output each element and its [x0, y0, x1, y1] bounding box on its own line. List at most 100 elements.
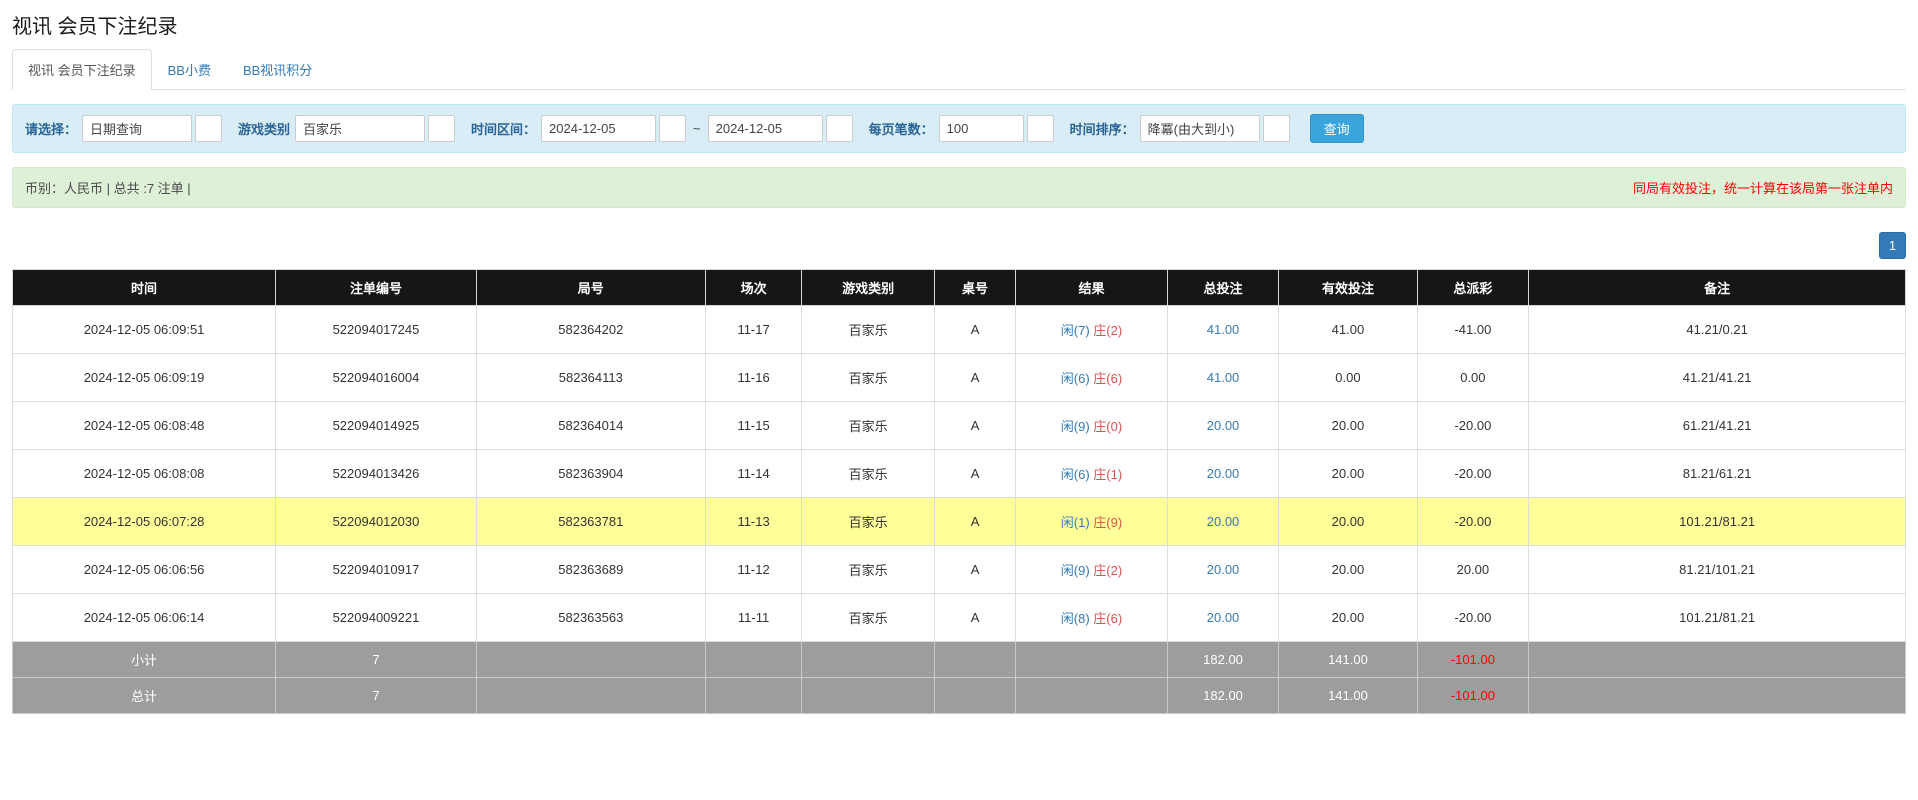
- result-banker: 庄(6): [1093, 371, 1122, 386]
- date-from-picker-box[interactable]: [659, 115, 686, 142]
- cell-valid-bet: 41.00: [1279, 306, 1417, 354]
- date-from-input[interactable]: [541, 115, 656, 142]
- game-type-label: 游戏类别: [238, 119, 290, 138]
- table-row: 2024-12-05 06:09:51 522094017245 5823642…: [13, 306, 1906, 354]
- header-time: 时间: [13, 270, 276, 306]
- subtotal-label: 小计: [13, 642, 276, 678]
- tab-bb-video-points[interactable]: BB视讯积分: [227, 49, 328, 90]
- result-player: 闲(6): [1061, 467, 1090, 482]
- grand-total-empty: [934, 678, 1015, 714]
- grand-total-total-bet: 182.00: [1167, 678, 1279, 714]
- tab-betting-records[interactable]: 视讯 会员下注纪录: [12, 49, 152, 90]
- cell-bet-no: 522094013426: [276, 450, 477, 498]
- cell-round-no: 582363781: [476, 498, 705, 546]
- cell-payout: -20.00: [1417, 594, 1529, 642]
- cell-total-bet: 20.00: [1167, 594, 1279, 642]
- page-button-1-top[interactable]: 1: [1879, 232, 1906, 259]
- total-bet-link[interactable]: 41.00: [1207, 322, 1240, 337]
- tab-bb-tip[interactable]: BB小费: [152, 49, 227, 90]
- result-player: 闲(6): [1061, 371, 1090, 386]
- cell-total-bet: 20.00: [1167, 402, 1279, 450]
- total-bet-link[interactable]: 20.00: [1207, 466, 1240, 481]
- grand-total-valid-bet: 141.00: [1279, 678, 1417, 714]
- currency-total-info: 币别：人民币 | 总共 :7 注单 |: [25, 178, 191, 197]
- subtotal-empty: [934, 642, 1015, 678]
- cell-session: 11-11: [705, 594, 802, 642]
- cell-valid-bet: 20.00: [1279, 498, 1417, 546]
- result-player: 闲(1): [1061, 515, 1090, 530]
- table-row: 2024-12-05 06:07:28 522094012030 5823637…: [13, 498, 1906, 546]
- per-page-input[interactable]: [939, 115, 1024, 142]
- cell-payout: 0.00: [1417, 354, 1529, 402]
- search-button[interactable]: 查询: [1310, 114, 1364, 143]
- total-bet-link[interactable]: 20.00: [1207, 610, 1240, 625]
- cell-bet-no: 522094012030: [276, 498, 477, 546]
- cell-session: 11-13: [705, 498, 802, 546]
- result-banker: 庄(6): [1093, 611, 1122, 626]
- cell-session: 11-16: [705, 354, 802, 402]
- subtotal-empty: [1016, 642, 1167, 678]
- header-round-no: 局号: [476, 270, 705, 306]
- game-type-dropdown-box[interactable]: [428, 115, 455, 142]
- header-game-type: 游戏类别: [802, 270, 935, 306]
- valid-bet-notice: 同局有效投注，统一计算在该局第一张注单内: [1633, 178, 1893, 197]
- result-banker: 庄(9): [1093, 515, 1122, 530]
- cell-session: 11-14: [705, 450, 802, 498]
- cell-result: 闲(1) 庄(9): [1016, 498, 1167, 546]
- cell-valid-bet: 20.00: [1279, 450, 1417, 498]
- sort-group: 时间排序：: [1070, 115, 1290, 142]
- cell-round-no: 582363689: [476, 546, 705, 594]
- query-type-label: 请选择：: [25, 119, 77, 138]
- result-player: 闲(9): [1061, 563, 1090, 578]
- cell-game-type: 百家乐: [802, 594, 935, 642]
- total-bet-link[interactable]: 20.00: [1207, 562, 1240, 577]
- sort-input[interactable]: [1140, 115, 1260, 142]
- cell-payout: -20.00: [1417, 498, 1529, 546]
- grand-total-count: 7: [276, 678, 477, 714]
- tab-bar: 视讯 会员下注纪录 BB小费 BB视讯积分: [12, 49, 1906, 90]
- cell-time: 2024-12-05 06:09:19: [13, 354, 276, 402]
- per-page-dropdown-box[interactable]: [1027, 115, 1054, 142]
- subtotal-empty: [802, 642, 935, 678]
- cell-table-no: A: [934, 450, 1015, 498]
- cell-valid-bet: 20.00: [1279, 594, 1417, 642]
- cell-note: 81.21/101.21: [1529, 546, 1906, 594]
- cell-note: 101.21/81.21: [1529, 498, 1906, 546]
- page-container: 视讯 会员下注纪录 视讯 会员下注纪录 BB小费 BB视讯积分 请选择： 游戏类…: [0, 10, 1918, 800]
- cell-result: 闲(9) 庄(2): [1016, 546, 1167, 594]
- cell-game-type: 百家乐: [802, 306, 935, 354]
- grand-total-empty: [1529, 678, 1906, 714]
- date-to-input[interactable]: [708, 115, 823, 142]
- cell-table-no: A: [934, 354, 1015, 402]
- cell-time: 2024-12-05 06:06:14: [13, 594, 276, 642]
- cell-total-bet: 20.00: [1167, 546, 1279, 594]
- cell-total-bet: 41.00: [1167, 306, 1279, 354]
- query-type-input[interactable]: [82, 115, 192, 142]
- subtotal-row: 小计 7 182.00 141.00 -101.00: [13, 642, 1906, 678]
- sort-label: 时间排序：: [1070, 119, 1135, 138]
- date-to-picker-box[interactable]: [826, 115, 853, 142]
- cell-result: 闲(8) 庄(6): [1016, 594, 1167, 642]
- cell-table-no: A: [934, 594, 1015, 642]
- cell-game-type: 百家乐: [802, 546, 935, 594]
- total-bet-link[interactable]: 20.00: [1207, 418, 1240, 433]
- grand-total-payout: -101.00: [1417, 678, 1529, 714]
- sort-dropdown-box[interactable]: [1263, 115, 1290, 142]
- pagination-top: 1: [12, 232, 1906, 259]
- cell-game-type: 百家乐: [802, 450, 935, 498]
- subtotal-empty: [1529, 642, 1906, 678]
- cell-result: 闲(7) 庄(2): [1016, 306, 1167, 354]
- game-type-input[interactable]: [295, 115, 425, 142]
- query-type-dropdown-box[interactable]: [195, 115, 222, 142]
- table-body: 2024-12-05 06:09:51 522094017245 5823642…: [13, 306, 1906, 642]
- total-bet-link[interactable]: 41.00: [1207, 370, 1240, 385]
- total-bet-link[interactable]: 20.00: [1207, 514, 1240, 529]
- grand-total-row: 总计 7 182.00 141.00 -101.00: [13, 678, 1906, 714]
- page-title: 视讯 会员下注纪录: [12, 10, 1906, 39]
- table-header-row: 时间 注单编号 局号 场次 游戏类别 桌号 结果 总投注 有效投注 总派彩 备注: [13, 270, 1906, 306]
- cell-note: 81.21/61.21: [1529, 450, 1906, 498]
- cell-note: 41.21/41.21: [1529, 354, 1906, 402]
- header-payout: 总派彩: [1417, 270, 1529, 306]
- cell-session: 11-15: [705, 402, 802, 450]
- cell-table-no: A: [934, 546, 1015, 594]
